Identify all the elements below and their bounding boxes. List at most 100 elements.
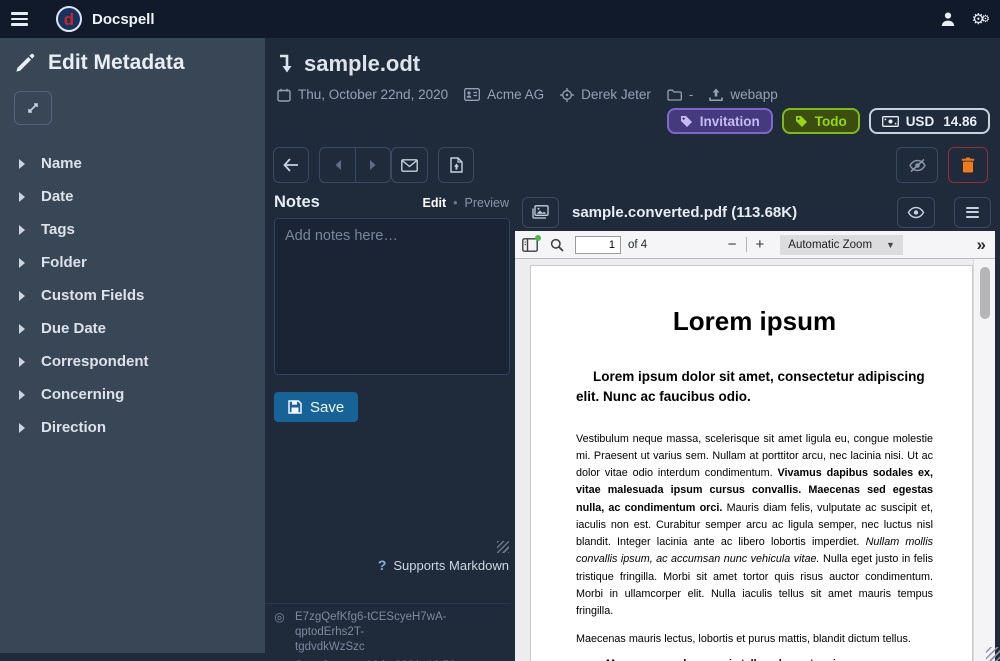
caret-right-icon <box>19 258 25 268</box>
attachment-header: sample.converted.pdf (113.68K) <box>515 193 995 231</box>
sidebar-item-correspondent[interactable]: Correspondent <box>0 345 265 378</box>
pdf-scrollbar-track[interactable] <box>973 259 995 661</box>
sidebar-item-label: Tags <box>41 221 75 238</box>
file-upload-icon <box>450 157 463 173</box>
item-id-line1: E7zgQefKfg6-tCEScyeH7wA-qptodErhs2T- <box>295 610 511 640</box>
sidebar-item-due-date[interactable]: Due Date <box>0 312 265 345</box>
item-concerning: Derek Jeter <box>560 87 651 102</box>
address-card-icon <box>464 88 480 101</box>
notes-textarea[interactable] <box>274 218 510 375</box>
pdf-page: Lorem ipsum Lorem ipsum dolor sit amet, … <box>530 265 973 661</box>
attachment-filename: sample.converted.pdf (113.68K) <box>572 204 897 221</box>
textarea-resize-handle[interactable] <box>497 541 509 553</box>
settings-gears-icon[interactable]: ⚙⚙ <box>972 10 986 28</box>
eye-icon <box>907 206 925 219</box>
save-notes-button[interactable]: Save <box>274 392 358 422</box>
sidebar-item-label: Date <box>41 188 74 205</box>
item-correspondent: Acme AG <box>464 87 544 102</box>
sidebar-item-label: Correspondent <box>41 353 149 370</box>
pdf-content-area[interactable]: Lorem ipsum Lorem ipsum dolor sit amet, … <box>515 259 995 661</box>
sidebar-item-name[interactable]: Name <box>0 147 265 180</box>
user-icon[interactable] <box>940 11 956 27</box>
sidebar-item-custom-fields[interactable]: Custom Fields <box>0 279 265 312</box>
tab-separator-dot: • <box>453 196 457 210</box>
question-circle-icon[interactable]: ? <box>378 557 387 573</box>
item-folder: - <box>667 87 694 102</box>
pdf-search-button[interactable] <box>550 238 564 252</box>
sidebar-item-label: Concerning <box>41 386 124 403</box>
metadata-menu: Name Date Tags Folder Custom Fields Due Date C… <box>0 147 265 444</box>
badge-row: Invitation Todo USD 14.86 <box>667 108 990 134</box>
attachment-viewer: sample.converted.pdf (113.68K) of 4 − + <box>515 193 995 661</box>
window-resize-handle[interactable] <box>986 647 1000 661</box>
notes-tab-preview[interactable]: Preview <box>465 196 509 210</box>
back-button[interactable] <box>273 147 309 183</box>
images-icon <box>532 205 549 219</box>
crosshairs-icon <box>560 88 574 102</box>
prev-item-button[interactable] <box>319 147 355 183</box>
docspell-app: d Docspell ⚙⚙ Edit Metadata Name Date Tags… <box>0 0 1000 661</box>
sidebar-item-label: Due Date <box>41 320 106 337</box>
caret-right-icon <box>19 357 25 367</box>
doc-bullet-item: Maecenas non lorem quis tellus placerat … <box>603 657 933 661</box>
doc-paragraph-2: Maecenas mauris lectus, lobortis et puru… <box>576 633 933 645</box>
add-files-button[interactable] <box>438 147 474 183</box>
attachments-list-button[interactable] <box>522 197 559 228</box>
sidebar-item-concerning[interactable]: Concerning <box>0 378 265 411</box>
tag-icon <box>680 115 693 128</box>
docspell-logo-icon: d <box>56 6 82 32</box>
sidebar-title: Edit Metadata <box>48 51 185 75</box>
pdf-zoom-out-button[interactable]: − <box>721 236 744 253</box>
send-mail-button[interactable] <box>391 147 428 183</box>
bars-icon <box>966 207 979 218</box>
caret-right-icon <box>19 390 25 400</box>
tag-badge-todo[interactable]: Todo <box>782 108 860 134</box>
pdf-page-number-input[interactable] <box>575 236 621 254</box>
folder-icon <box>667 89 682 101</box>
tag-badge-invitation[interactable]: Invitation <box>667 108 773 134</box>
tag-label: Todo <box>815 114 847 129</box>
hamburger-menu-icon[interactable] <box>0 0 40 38</box>
sidebar-item-label: Folder <box>41 254 87 271</box>
sidebar-notification-dot <box>535 235 541 241</box>
amount-badge[interactable]: USD 14.86 <box>869 108 990 134</box>
expand-sidebar-button[interactable] <box>14 91 52 125</box>
doc-paragraph-1: Vestibulum neque massa, scelerisque sit … <box>576 431 933 621</box>
brand-name: Docspell <box>92 11 155 28</box>
tag-label: Invitation <box>700 114 760 129</box>
sidebar-item-direction[interactable]: Direction <box>0 411 265 444</box>
toolbar-separator <box>746 237 747 252</box>
pdf-zoom-in-button[interactable]: + <box>749 236 772 253</box>
top-navbar: d Docspell ⚙⚙ <box>0 0 1000 38</box>
arrow-turn-down-icon <box>278 54 294 74</box>
pdf-tools-expand-button[interactable]: » <box>977 235 988 255</box>
next-item-button[interactable] <box>355 147 391 183</box>
item-date: Thu, October 22nd, 2020 <box>277 87 448 102</box>
pdf-scrollbar-thumb[interactable] <box>980 267 990 319</box>
calendar-icon <box>277 88 291 102</box>
pdf-sidebar-toggle-button[interactable] <box>522 238 538 252</box>
bullseye-icon: ◎ <box>273 610 286 626</box>
view-original-button[interactable] <box>897 197 935 228</box>
pdf-zoom-select[interactable]: Automatic Zoom ▼ <box>780 235 903 255</box>
brand[interactable]: d Docspell <box>56 6 155 32</box>
attachment-menu-button[interactable] <box>954 197 991 228</box>
notes-tab-edit[interactable]: Edit <box>423 196 447 210</box>
chevron-down-icon: ▼ <box>886 240 895 250</box>
sidebar-item-date[interactable]: Date <box>0 180 265 213</box>
unconfirm-button[interactable] <box>896 147 938 183</box>
item-title: sample.odt <box>304 51 420 77</box>
doc-title: Lorem ipsum <box>576 306 933 337</box>
caret-right-icon <box>19 159 25 169</box>
item-header: sample.odt Thu, October 22nd, 2020 Acme … <box>265 38 1000 102</box>
sidebar-item-folder[interactable]: Folder <box>0 246 265 279</box>
delete-item-button[interactable] <box>948 147 988 183</box>
notes-title: Notes <box>274 193 320 212</box>
pdfjs-toolbar: of 4 − + Automatic Zoom ▼ » <box>515 231 995 259</box>
upload-icon <box>709 88 723 102</box>
sidebar-item-tags[interactable]: Tags <box>0 213 265 246</box>
eye-slash-icon <box>908 158 927 173</box>
item-source: webapp <box>709 87 777 102</box>
item-id-row: ◎ E7zgQefKfg6-tCEScyeH7wA-qptodErhs2T- t… <box>273 610 511 655</box>
pencil-icon <box>14 52 36 74</box>
